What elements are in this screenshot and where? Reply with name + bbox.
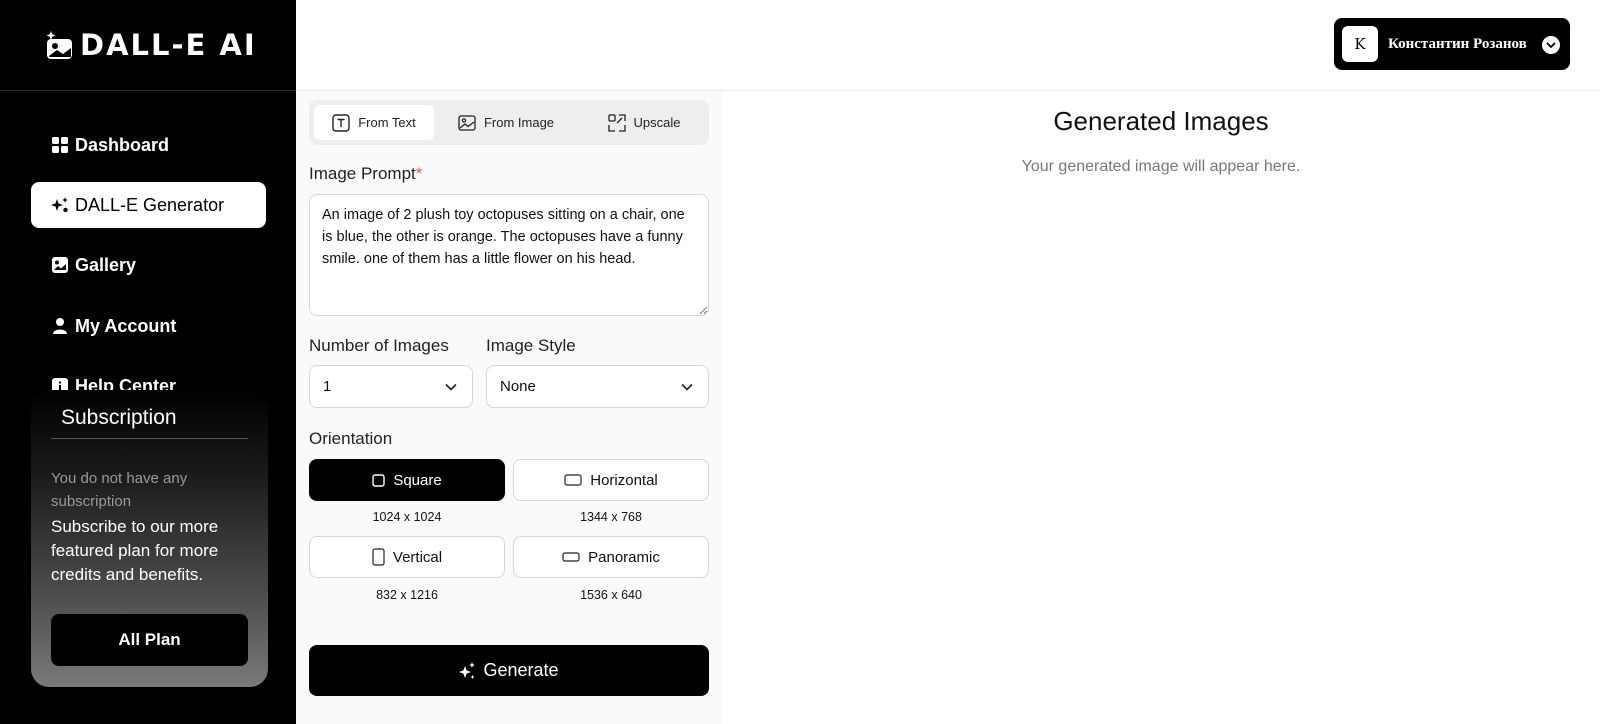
sidebar-item-label: My Account — [75, 315, 177, 336]
tab-label: From Image — [483, 115, 555, 130]
user-menu-button[interactable]: K Константин Розанов — [1334, 18, 1570, 70]
sidebar-item-gallery[interactable]: Gallery — [31, 242, 266, 288]
sparkle-icon — [51, 196, 69, 214]
sidebar-item-label: Dashboard — [75, 134, 170, 155]
tab-upscale[interactable]: Upscale — [584, 105, 704, 140]
user-name: Константин Розанов — [1388, 35, 1527, 52]
results-title: Generated Images — [1053, 106, 1269, 136]
subscription-status: You do not have any subscription — [51, 470, 188, 510]
chevron-down-icon — [1542, 36, 1560, 54]
grid-icon — [51, 136, 69, 154]
orientation-square-button[interactable]: Square — [309, 459, 505, 501]
rectangle-panoramic-icon — [562, 552, 580, 562]
sidebar-item-dalle-generator[interactable]: DALL-E Generator — [31, 182, 266, 228]
mode-tabs: From Text From Image Upscale — [309, 100, 709, 145]
required-mark: * — [415, 164, 423, 183]
rectangle-vertical-icon — [372, 548, 385, 566]
image-icon — [51, 256, 69, 274]
subscription-title: Subscription — [51, 390, 248, 439]
tab-from-image[interactable]: From Image — [446, 105, 566, 140]
tab-from-text[interactable]: From Text — [314, 105, 434, 140]
image-style-value: None — [500, 378, 536, 395]
orientation-vertical-button[interactable]: Vertical — [309, 536, 505, 578]
prompt-label-text: Image Prompt — [309, 164, 416, 183]
upscale-icon — [607, 113, 626, 132]
orientation-horizontal-button[interactable]: Horizontal — [513, 459, 709, 501]
prompt-input[interactable]: An image of 2 plush toy octopuses sittin… — [309, 194, 709, 316]
chevron-down-icon — [681, 383, 693, 391]
sidebar-item-dashboard[interactable]: Dashboard — [31, 122, 266, 168]
square-icon — [372, 473, 386, 487]
results-placeholder: Your generated image will appear here. — [1021, 158, 1301, 175]
num-images-select[interactable]: 1 — [309, 365, 473, 408]
orientation-dims: 1344 x 768 — [580, 510, 642, 524]
all-plan-button[interactable]: All Plan — [51, 614, 248, 666]
chevron-down-icon — [445, 383, 457, 391]
subscription-promo: Subscribe to our more featured plan for … — [51, 517, 219, 584]
logo-image-icon — [46, 31, 72, 59]
top-bar: K Константин Розанов — [296, 0, 1600, 91]
orientation-dims: 832 x 1216 — [376, 588, 438, 602]
orientation-label-text: Vertical — [392, 548, 443, 566]
sidebar-item-label: DALL-E Generator — [75, 194, 225, 215]
sparkle-icon — [459, 661, 476, 679]
orientation-dims: 1024 x 1024 — [372, 510, 442, 524]
text-icon — [332, 113, 350, 132]
orientation-panoramic-button[interactable]: Panoramic — [513, 536, 709, 578]
avatar: K — [1342, 26, 1378, 62]
orientation-label-text: Square — [393, 471, 442, 489]
logo-text: DALL-E AI — [80, 28, 257, 62]
user-icon — [51, 317, 69, 335]
prompt-label: Image Prompt* — [309, 164, 422, 184]
orientation-dims: 1536 x 640 — [580, 588, 642, 602]
logo[interactable]: DALL-E AI — [0, 0, 296, 91]
tab-label: Upscale — [633, 115, 681, 130]
orientation-label: Orientation — [309, 429, 393, 448]
sidebar-item-label: Gallery — [75, 254, 137, 275]
generator-form: From Text From Image Upscale Image Promp… — [296, 91, 722, 724]
orientation-label-text: Horizontal — [590, 471, 658, 489]
generate-label: Generate — [483, 660, 559, 680]
image-style-label: Image Style — [486, 336, 576, 355]
orientation-label-text: Panoramic — [588, 548, 660, 566]
subscription-card: Subscription You do not have any subscri… — [31, 390, 268, 687]
num-images-value: 1 — [323, 378, 332, 395]
sidebar: DALL-E AI Dashboard DALL-E Generator Gal… — [0, 0, 296, 724]
sidebar-item-my-account[interactable]: My Account — [31, 303, 266, 349]
tab-label: From Text — [358, 115, 416, 130]
generate-button[interactable]: Generate — [309, 645, 709, 696]
image-style-select[interactable]: None — [486, 365, 709, 408]
image-icon — [458, 114, 476, 131]
num-images-label: Number of Images — [309, 336, 449, 355]
rectangle-horizontal-icon — [564, 474, 582, 486]
